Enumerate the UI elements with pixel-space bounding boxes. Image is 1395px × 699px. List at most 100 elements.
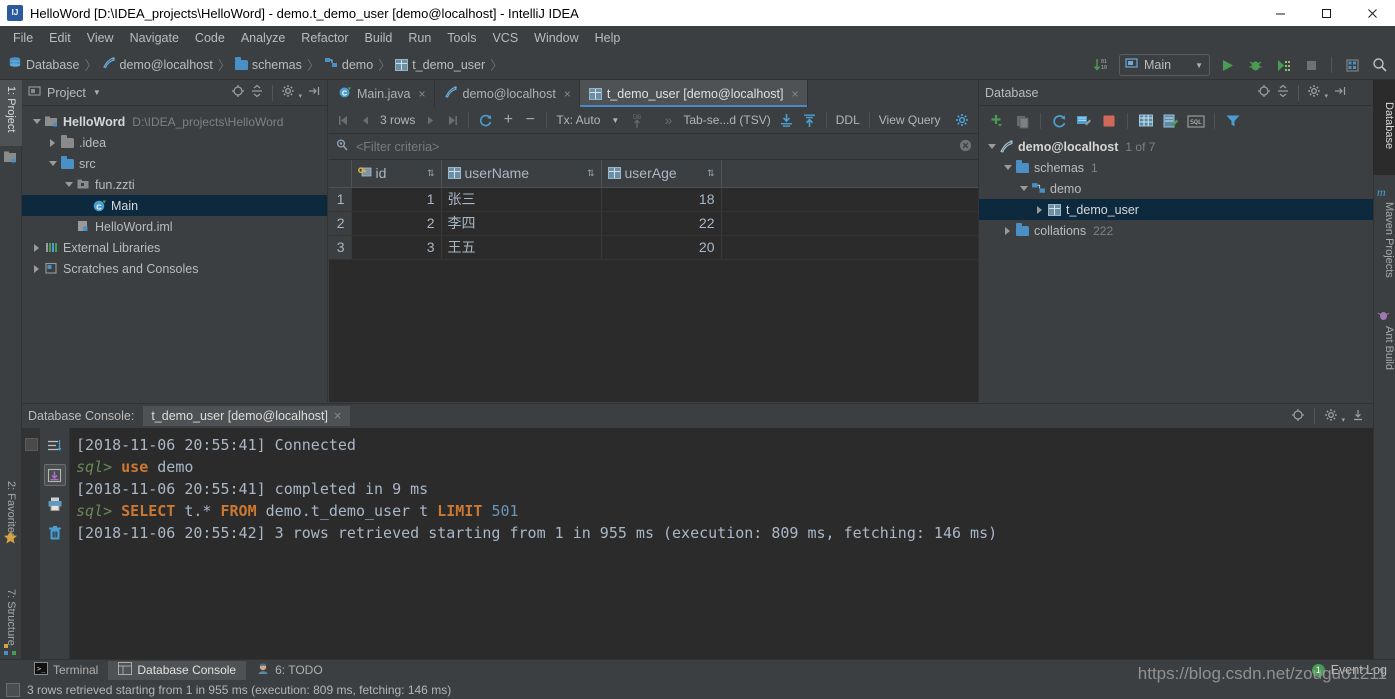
menu-vcs[interactable]: VCS [484, 28, 526, 48]
project-tree[interactable]: HelloWord D:\IDEA_projects\HelloWord .id… [22, 107, 327, 402]
table-row[interactable]: 2 2 李四 22 [329, 211, 978, 236]
event-log-label[interactable]: Event Log [1331, 663, 1387, 677]
commit-button[interactable]: DB [627, 109, 648, 131]
tree-node-schema-demo[interactable]: demo [979, 178, 1373, 199]
twisty-right-icon[interactable] [1001, 224, 1014, 237]
add-row-button[interactable]: + [498, 109, 518, 131]
breadcrumb-schema[interactable]: demo [322, 56, 376, 73]
reload-icon[interactable] [475, 109, 496, 131]
tree-node-scratches[interactable]: Scratches and Consoles [22, 258, 327, 279]
run-icon[interactable] [1216, 54, 1238, 76]
menu-run[interactable]: Run [400, 28, 439, 48]
twisty-right-icon[interactable] [30, 241, 43, 254]
chevron-down-icon[interactable]: ▼ [605, 109, 625, 131]
data-grid[interactable]: id ⇅ userName ⇅ userAge ⇅ 1 1 张三 18 2 2 … [329, 160, 978, 402]
collapse-all-icon[interactable] [1276, 84, 1290, 101]
view-query-button[interactable]: View Query [876, 109, 944, 131]
clear-icon[interactable] [959, 139, 972, 155]
sidebar-item-project[interactable]: 1: Project [0, 80, 22, 146]
refresh-icon[interactable] [1048, 110, 1070, 132]
menu-refactor[interactable]: Refactor [293, 28, 356, 48]
menu-file[interactable]: File [5, 28, 41, 48]
sql-console-icon[interactable]: SQL [1185, 110, 1207, 132]
tree-node-table-t-demo-user[interactable]: t_demo_user [979, 199, 1373, 220]
sidebar-item-database[interactable]: Database [1373, 80, 1395, 175]
twisty-down-icon[interactable] [46, 157, 59, 170]
clear-all-icon[interactable] [44, 522, 66, 544]
debug-icon[interactable] [1244, 54, 1266, 76]
sidebar-item-favorites[interactable]: 2: Favorites [0, 475, 22, 561]
bottom-tab-terminal[interactable]: >_ Terminal [24, 661, 108, 680]
filter-icon[interactable] [1222, 110, 1244, 132]
close-button[interactable] [1349, 0, 1395, 26]
collapse-all-icon[interactable] [250, 84, 264, 101]
cell-id[interactable]: 1 [351, 187, 442, 212]
bottom-tab-todo[interactable]: 6: TODO [246, 661, 333, 680]
tab-main-java[interactable]: C Main.java × [329, 80, 435, 107]
twisty-down-icon[interactable] [1001, 161, 1014, 174]
tab-demo-localhost[interactable]: demo@localhost × [435, 80, 580, 107]
run-coverage-icon[interactable] [1272, 54, 1294, 76]
twisty-right-icon[interactable] [30, 262, 43, 275]
cell-userage[interactable]: 18 [601, 187, 722, 212]
layout-icon[interactable] [1341, 54, 1363, 76]
last-page-button[interactable] [442, 109, 462, 131]
twisty-down-icon[interactable] [62, 178, 75, 191]
cell-username[interactable]: 王五 [441, 235, 602, 260]
gear-icon[interactable]: ▾ [1324, 408, 1345, 425]
cell-id[interactable]: 2 [351, 211, 442, 236]
cell-userage[interactable]: 22 [601, 211, 722, 236]
tree-node-src[interactable]: src [22, 153, 327, 174]
hide-panel-icon[interactable] [1351, 408, 1365, 425]
close-icon[interactable]: × [419, 87, 426, 101]
search-icon[interactable] [1369, 54, 1391, 76]
twisty-right-icon[interactable] [46, 136, 59, 149]
menu-code[interactable]: Code [187, 28, 233, 48]
locate-icon[interactable] [1291, 408, 1305, 425]
transaction-mode-label[interactable]: Tx: Auto [553, 109, 603, 131]
copy-icon[interactable] [1011, 110, 1033, 132]
tab-t-demo-user[interactable]: t_demo_user [demo@localhost] × [579, 80, 808, 107]
menu-build[interactable]: Build [357, 28, 401, 48]
breadcrumb-datasource[interactable]: demo@localhost [100, 56, 216, 73]
menu-tools[interactable]: Tools [439, 28, 484, 48]
menu-analyze[interactable]: Analyze [233, 28, 293, 48]
tree-node-external-libraries[interactable]: External Libraries [22, 237, 327, 258]
sidebar-item-ant[interactable]: Ant Build [1373, 304, 1395, 392]
datasource-properties-icon[interactable] [1073, 110, 1095, 132]
gear-icon[interactable]: ▾ [281, 84, 302, 101]
ddl-button[interactable]: DDL [833, 109, 863, 131]
first-page-button[interactable] [333, 109, 353, 131]
tree-node-schemas[interactable]: schemas 1 [979, 157, 1373, 178]
menu-view[interactable]: View [79, 28, 122, 48]
cell-username[interactable]: 李四 [441, 211, 602, 236]
chevron-down-icon[interactable]: ▼ [93, 88, 101, 97]
tree-node-main-class[interactable]: C Main [22, 195, 327, 216]
twisty-down-icon[interactable] [985, 140, 998, 153]
tree-node-helloword[interactable]: HelloWord D:\IDEA_projects\HelloWord [22, 111, 327, 132]
table-row[interactable]: 1 1 张三 18 [329, 187, 978, 212]
gear-icon[interactable]: ▾ [1307, 84, 1328, 101]
cell-id[interactable]: 3 [351, 235, 442, 260]
open-table-icon[interactable] [1135, 110, 1157, 132]
sort-indicator-icon[interactable]: ⇅ [587, 168, 595, 178]
breadcrumb-table[interactable]: t_demo_user [393, 58, 488, 72]
twisty-down-icon[interactable] [1017, 182, 1030, 195]
locate-icon[interactable] [231, 84, 245, 101]
menu-edit[interactable]: Edit [41, 28, 79, 48]
tree-node-collations[interactable]: collations 222 [979, 220, 1373, 241]
bottom-tab-database-console[interactable]: Database Console [108, 660, 247, 680]
print-icon[interactable] [44, 493, 66, 515]
minimize-button[interactable] [1257, 0, 1303, 26]
next-page-button[interactable] [420, 109, 440, 131]
import-icon[interactable] [799, 109, 820, 131]
wrap-lines-icon[interactable] [44, 435, 66, 457]
sort-indicator-icon[interactable]: ⇅ [427, 168, 435, 178]
sort-indicator-icon[interactable]: ⇅ [707, 168, 715, 178]
column-header-id[interactable]: id ⇅ [351, 160, 442, 188]
filter-bar[interactable]: <Filter criteria> [329, 134, 978, 160]
console-tab[interactable]: t_demo_user [demo@localhost] × [143, 406, 351, 426]
prev-page-button[interactable] [355, 109, 375, 131]
stop-icon[interactable] [1098, 110, 1120, 132]
hide-panel-icon[interactable] [307, 84, 321, 101]
